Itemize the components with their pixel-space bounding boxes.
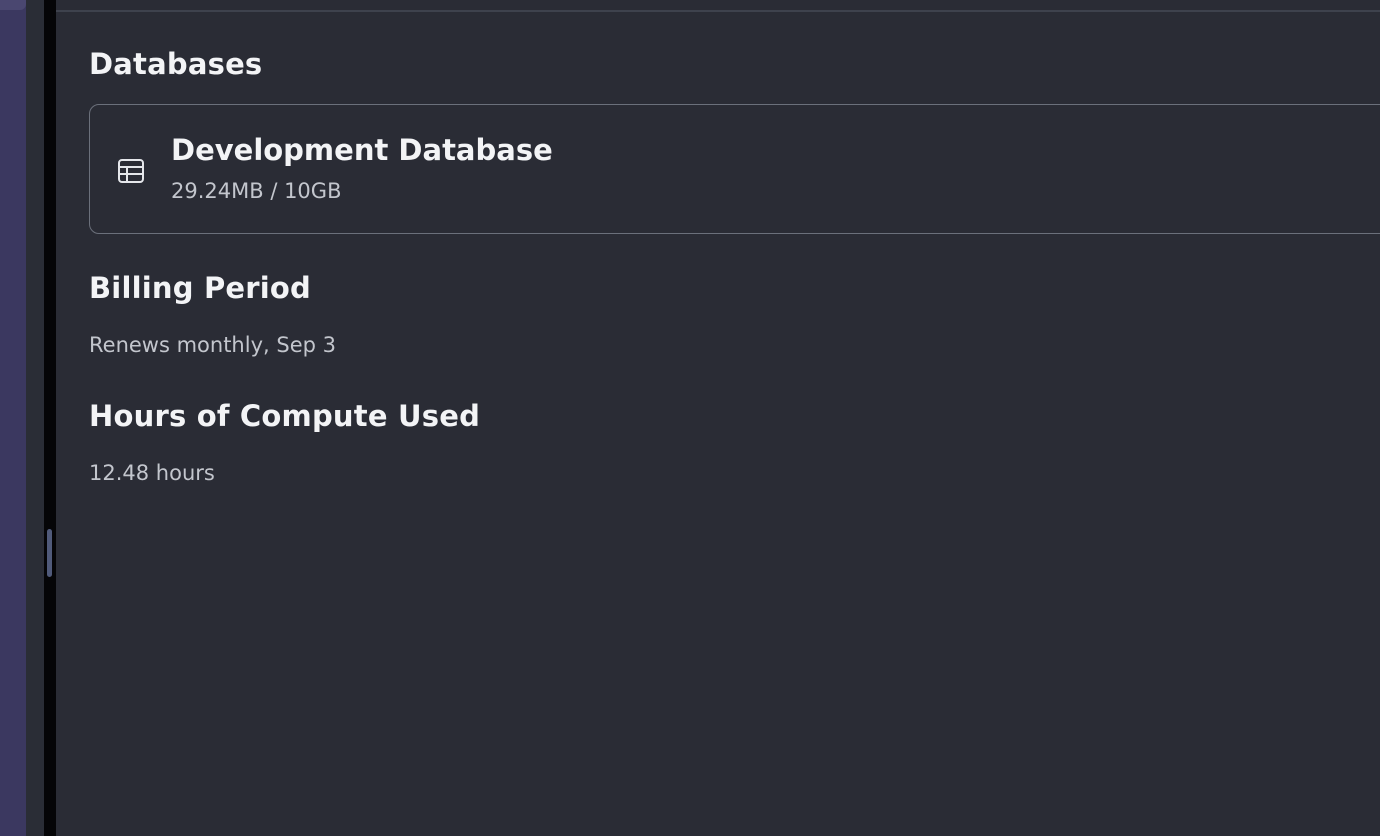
compute-hours-value: 12.48 hours [89,461,215,485]
sidebar-edge [0,0,26,836]
databases-heading: Databases [89,47,263,81]
compute-hours-heading: Hours of Compute Used [89,399,481,433]
app-window: Databases Development Database 29.24MB /… [0,0,1380,836]
panel-divider [44,0,56,836]
main-panel: Databases Development Database 29.24MB /… [56,0,1380,836]
sidebar-tab [0,0,26,10]
database-card[interactable]: Development Database 29.24MB / 10GB [89,104,1380,234]
header-separator [56,10,1380,12]
billing-period-value: Renews monthly, Sep 3 [89,333,336,357]
billing-period-heading: Billing Period [89,271,312,305]
sidebar-gutter [26,0,44,836]
database-usage: 29.24MB / 10GB [171,179,342,203]
table-icon [117,157,145,185]
panel-resize-handle[interactable] [47,529,52,577]
database-name: Development Database [171,133,553,167]
